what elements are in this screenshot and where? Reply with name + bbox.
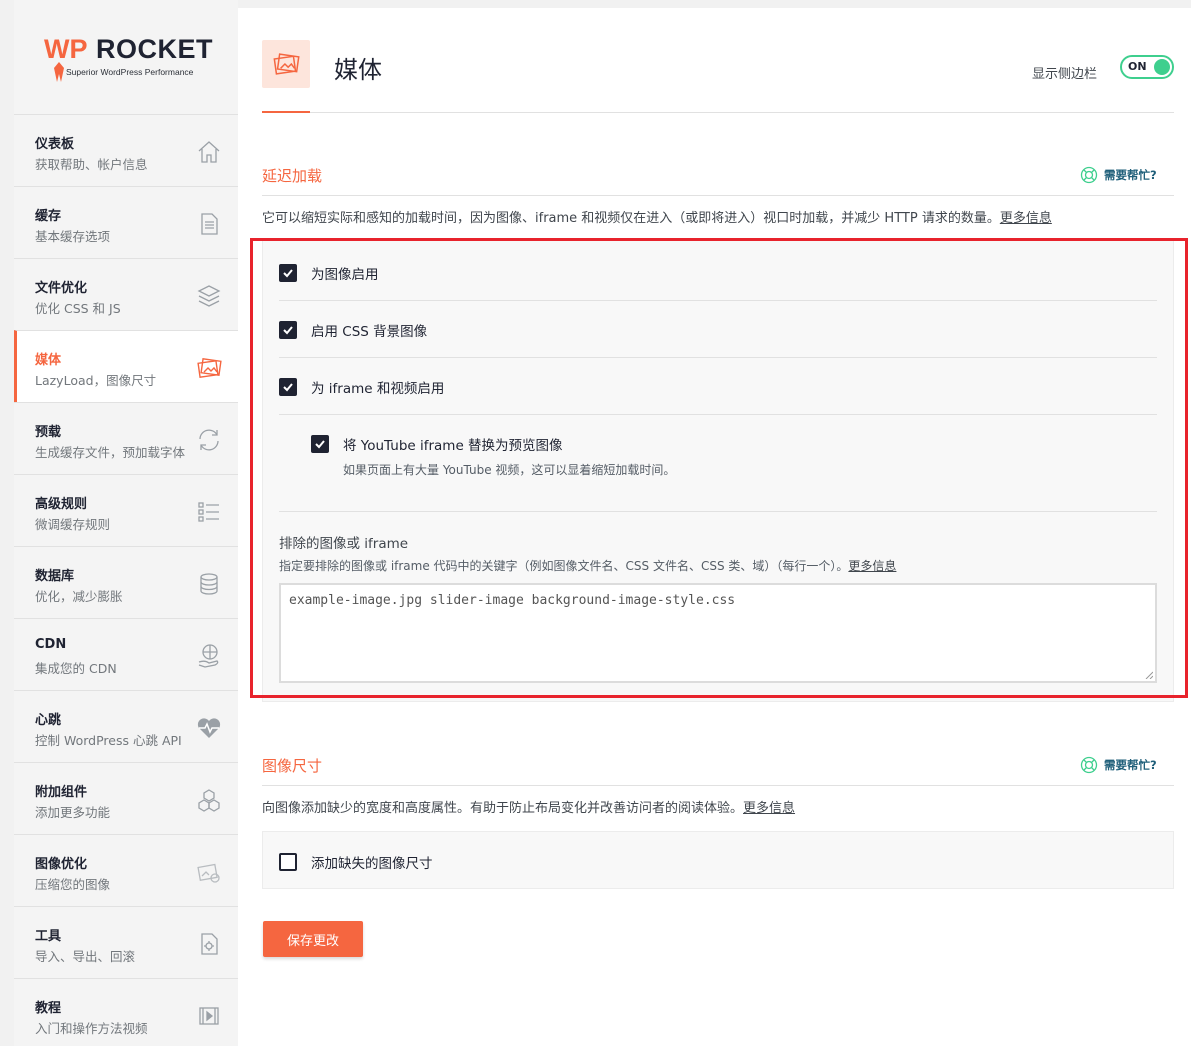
lazyload-description: 它可以缩短实际和感知的加载时间，因为图像、iframe 和视频仅在进入（或即将进… xyxy=(262,207,1052,226)
logo-tagline: Superior WordPress Performance xyxy=(66,67,194,77)
more-info-link[interactable]: 更多信息 xyxy=(1000,211,1052,226)
header-underline xyxy=(262,111,310,113)
image-optimize-icon xyxy=(197,863,220,883)
globe-hand-icon xyxy=(198,644,219,668)
sidebar-item-sub: 获取帮助、帐户信息 xyxy=(35,157,148,172)
sidebar-item-cdn[interactable]: CDN 集成您的 CDN xyxy=(14,618,238,690)
sidebar-item-title: 数据库 xyxy=(35,569,75,584)
page-title: 媒体 xyxy=(334,56,382,84)
refresh-icon xyxy=(199,429,219,451)
sidebar-item-title: 心跳 xyxy=(35,713,62,728)
lazyload-title: 延迟加载 xyxy=(262,167,323,185)
sidebar-item-sub: 集成您的 CDN xyxy=(35,661,117,676)
sidebar: WP ROCKET Superior WordPress Performance… xyxy=(14,0,238,1046)
sidebar-item-advanced-rules[interactable]: 高级规则 微调缓存规则 xyxy=(14,474,238,546)
sidebar-item-tools[interactable]: 工具 导入、导出、回滚 xyxy=(14,906,238,978)
sidebar-item-heartbeat[interactable]: 心跳 控制 WordPress 心跳 API xyxy=(14,690,238,762)
toggle-state: ON xyxy=(1128,60,1147,73)
sidebar-item-sub: 控制 WordPress 心跳 API xyxy=(35,733,182,748)
image-dimensions-panel: 添加缺失的图像尺寸 xyxy=(262,831,1174,889)
logo-rocket: ROCKET xyxy=(96,34,213,64)
help-label: 需要帮忙? xyxy=(1104,758,1157,772)
sidebar-item-title: 媒体 xyxy=(35,353,62,368)
document-icon xyxy=(201,213,218,235)
tools-icon xyxy=(201,933,218,955)
description-text: 向图像添加缺少的宽度和高度属性。有助于防止布局变化并改善访问者的阅读体验。 xyxy=(262,801,744,816)
image-dimensions-description: 向图像添加缺少的宽度和高度属性。有助于防止布局变化并改善访问者的阅读体验。更多信… xyxy=(262,797,795,816)
lifebuoy-icon xyxy=(1080,166,1098,184)
sidebar-item-title: 仪表板 xyxy=(35,137,75,152)
sidebar-item-title: CDN xyxy=(35,637,67,652)
sidebar-item-title: 缓存 xyxy=(35,209,62,224)
layers-icon xyxy=(197,285,221,307)
sidebar-item-title: 工具 xyxy=(35,929,62,944)
highlight-box xyxy=(250,238,1188,698)
sidebar-item-title: 高级规则 xyxy=(35,497,88,512)
sidebar-item-file-optimization[interactable]: 文件优化 优化 CSS 和 JS xyxy=(14,258,238,330)
section-divider xyxy=(262,195,1174,196)
sidebar-toggle[interactable]: ON xyxy=(1120,55,1174,79)
images-icon xyxy=(273,53,300,75)
lifebuoy-icon xyxy=(1080,756,1098,774)
sidebar-item-sub: 添加更多功能 xyxy=(35,805,111,820)
sidebar-item-sub: 优化，减少膨胀 xyxy=(35,589,123,604)
sidebar-toggle-label: 显示侧边栏 xyxy=(1032,67,1098,82)
home-icon xyxy=(198,141,220,163)
wp-rocket-logo[interactable]: WP ROCKET Superior WordPress Performance xyxy=(14,0,238,114)
sidebar-item-sub: 基本缓存选项 xyxy=(35,229,111,244)
sidebar-item-sub: 压缩您的图像 xyxy=(35,877,111,892)
description-text: 它可以缩短实际和感知的加载时间，因为图像、iframe 和视频仅在进入（或即将进… xyxy=(262,211,1000,226)
section-divider xyxy=(262,785,1174,786)
logo-wp: WP xyxy=(44,34,88,64)
images-icon xyxy=(197,358,222,378)
sidebar-item-title: 教程 xyxy=(35,1001,62,1016)
option-add-image-dimensions[interactable]: 添加缺失的图像尺寸 xyxy=(279,852,433,872)
header-media-icon xyxy=(262,40,310,88)
sidebar-item-tutorials[interactable]: 教程 入门和操作方法视频 xyxy=(14,978,238,1046)
cubes-icon xyxy=(198,789,220,812)
sidebar-item-database[interactable]: 数据库 优化，减少膨胀 xyxy=(14,546,238,618)
checkbox-unchecked[interactable] xyxy=(279,853,297,871)
sidebar-item-sub: 微调缓存规则 xyxy=(35,517,111,532)
heartbeat-icon xyxy=(197,718,221,738)
lazyload-help-link[interactable]: 需要帮忙? xyxy=(1080,166,1157,184)
sidebar-item-dashboard[interactable]: 仪表板 获取帮助、帐户信息 xyxy=(14,114,238,186)
list-icon xyxy=(198,502,219,522)
sidebar-item-sub: LazyLoad，图像尺寸 xyxy=(35,373,157,388)
header-divider xyxy=(310,112,1174,113)
save-changes-button[interactable]: 保存更改 xyxy=(263,921,363,957)
sidebar-item-title: 文件优化 xyxy=(35,281,88,296)
sidebar-item-cache[interactable]: 缓存 基本缓存选项 xyxy=(14,186,238,258)
help-label: 需要帮忙? xyxy=(1104,168,1157,182)
sidebar-item-image-optimization[interactable]: 图像优化 压缩您的图像 xyxy=(14,834,238,906)
video-icon xyxy=(199,1007,219,1025)
image-dimensions-help-link[interactable]: 需要帮忙? xyxy=(1080,756,1157,774)
sidebar-item-sub: 导入、导出、回滚 xyxy=(35,949,136,964)
image-dimensions-title: 图像尺寸 xyxy=(262,757,323,775)
sidebar-item-addons[interactable]: 附加组件 添加更多功能 xyxy=(14,762,238,834)
more-info-link[interactable]: 更多信息 xyxy=(743,801,795,816)
sidebar-item-sub: 生成缓存文件，预加载字体 xyxy=(35,445,186,460)
database-icon xyxy=(200,573,218,595)
sidebar-item-title: 预载 xyxy=(35,425,62,440)
sidebar-item-sub: 入门和操作方法视频 xyxy=(35,1021,148,1036)
sidebar-item-title: 附加组件 xyxy=(35,785,88,800)
option-label: 添加缺失的图像尺寸 xyxy=(311,856,433,872)
sidebar-item-sub: 优化 CSS 和 JS xyxy=(35,301,121,316)
toggle-knob xyxy=(1154,59,1170,75)
flame-icon xyxy=(54,62,64,82)
sidebar-item-media[interactable]: 媒体 LazyLoad，图像尺寸 xyxy=(14,330,238,402)
sidebar-item-preload[interactable]: 预载 生成缓存文件，预加载字体 xyxy=(14,402,238,474)
sidebar-item-title: 图像优化 xyxy=(35,857,88,872)
